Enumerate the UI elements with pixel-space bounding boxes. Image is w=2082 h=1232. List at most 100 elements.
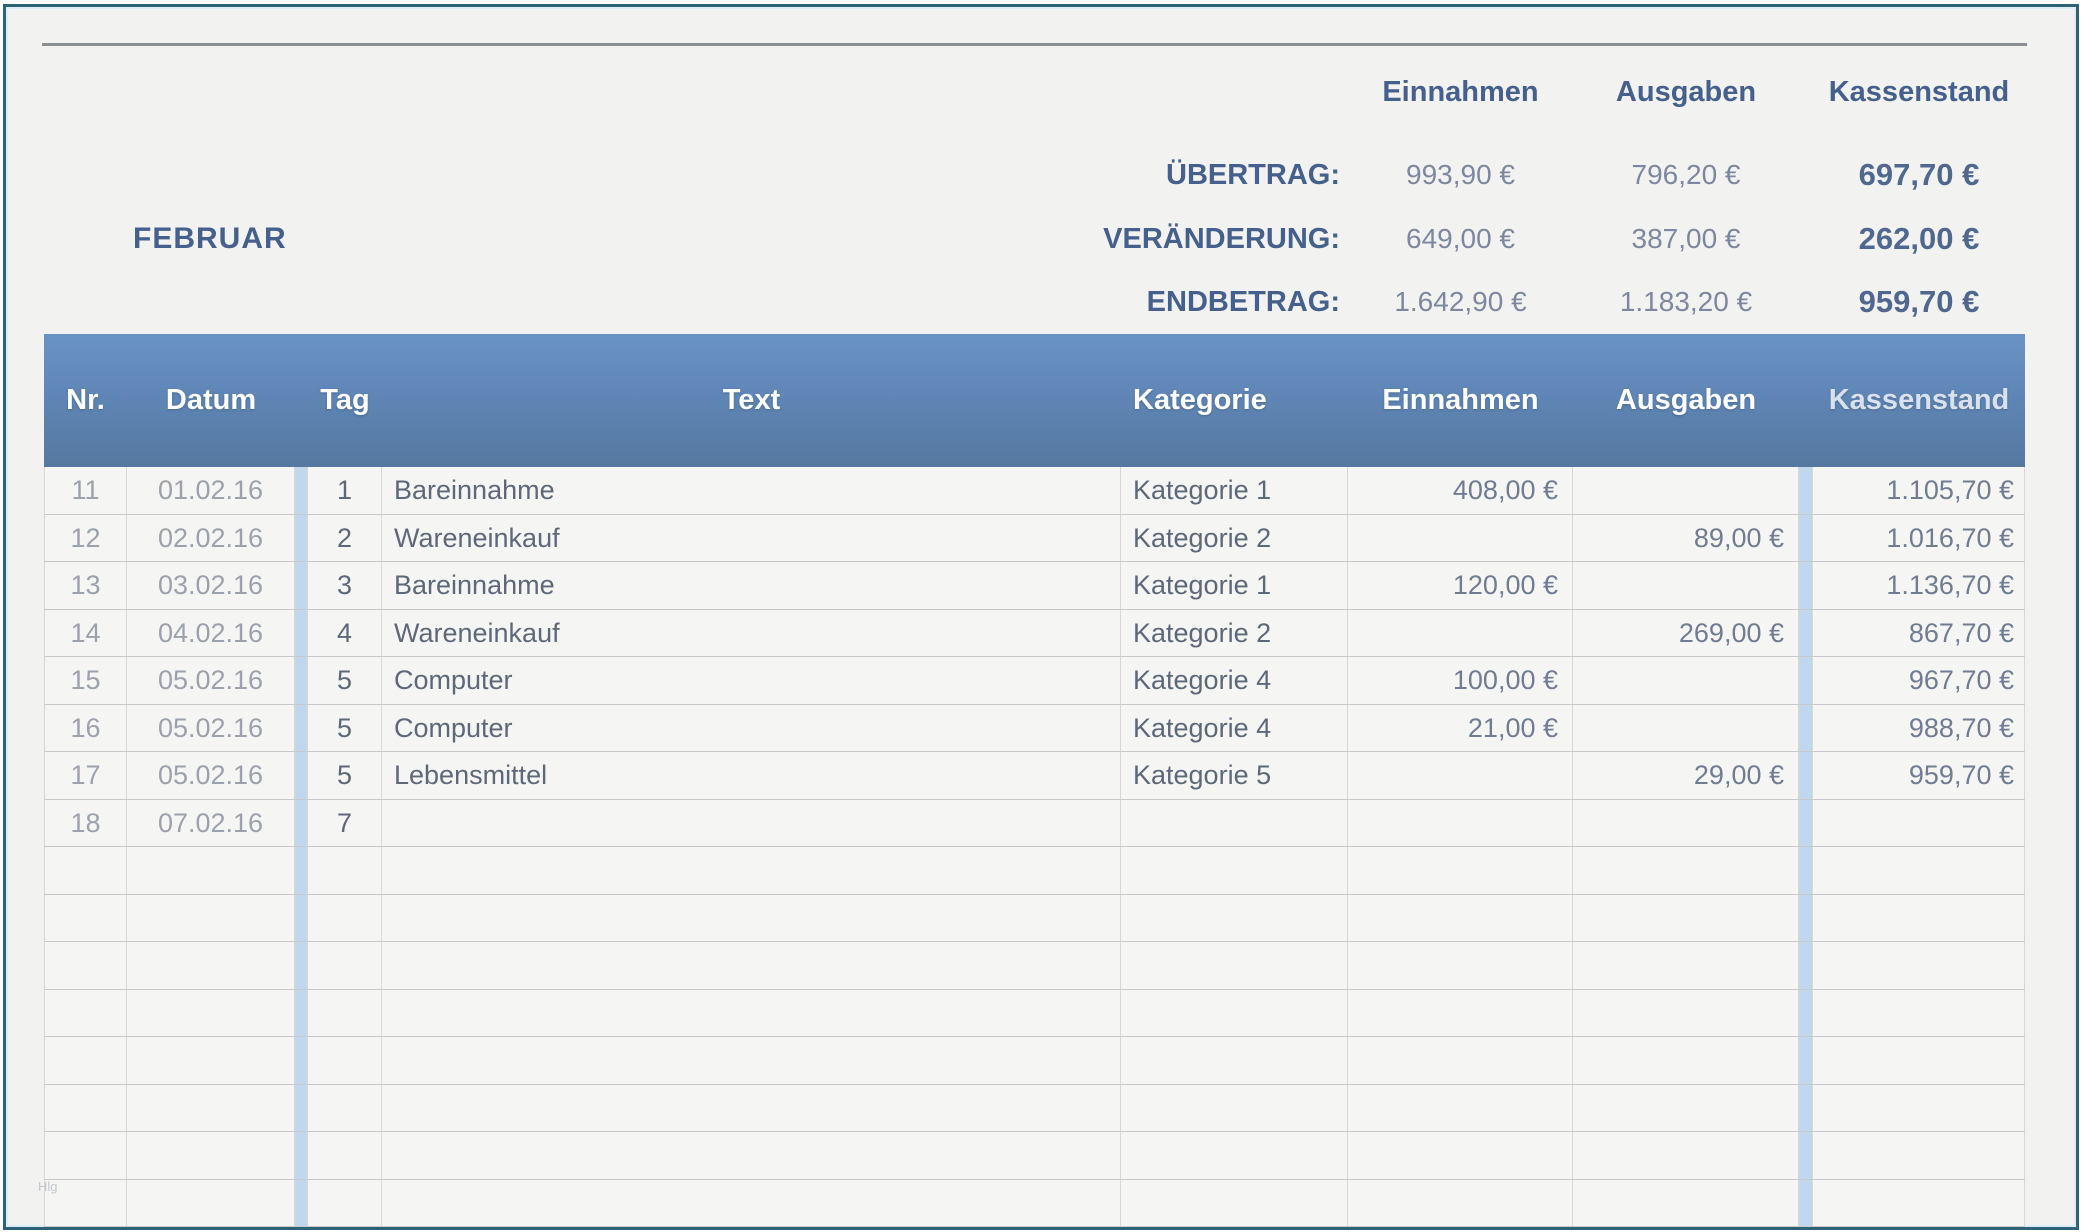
cell-datum[interactable]: [127, 1180, 295, 1227]
cell-ausgaben[interactable]: [1573, 847, 1799, 894]
cell-einnahmen[interactable]: 120,00 €: [1348, 562, 1573, 609]
cell-kategorie[interactable]: [1121, 1132, 1348, 1179]
cell-datum[interactable]: 02.02.16: [127, 515, 295, 562]
summary-einnahmen-value[interactable]: 649,00 €: [1348, 223, 1573, 255]
cell-kassenstand[interactable]: [1813, 895, 2025, 942]
cell-tag[interactable]: [308, 990, 382, 1037]
cell-kategorie[interactable]: [1121, 895, 1348, 942]
cell-ausgaben[interactable]: [1573, 1085, 1799, 1132]
cell-tag[interactable]: 3: [308, 562, 382, 609]
cell-tag[interactable]: 5: [308, 657, 382, 704]
cell-text[interactable]: Computer: [382, 705, 1121, 752]
cell-kategorie[interactable]: [1121, 800, 1348, 847]
cell-kassenstand[interactable]: [1813, 847, 2025, 894]
cell-kategorie[interactable]: Kategorie 4: [1121, 657, 1348, 704]
cell-einnahmen[interactable]: [1348, 895, 1573, 942]
cell-text[interactable]: [382, 1037, 1121, 1084]
cell-ausgaben[interactable]: [1573, 1180, 1799, 1227]
cell-kategorie[interactable]: Kategorie 5: [1121, 752, 1348, 799]
cell-tag[interactable]: 7: [308, 800, 382, 847]
cell-ausgaben[interactable]: [1573, 895, 1799, 942]
cell-kassenstand[interactable]: 1.016,70 €: [1813, 515, 2025, 562]
cell-nr[interactable]: 16: [44, 705, 127, 752]
cell-datum[interactable]: 05.02.16: [127, 705, 295, 752]
cell-ausgaben[interactable]: [1573, 705, 1799, 752]
cell-datum[interactable]: [127, 1132, 295, 1179]
cell-text[interactable]: [382, 800, 1121, 847]
cell-einnahmen[interactable]: [1348, 847, 1573, 894]
cell-kassenstand[interactable]: 1.136,70 €: [1813, 562, 2025, 609]
cell-einnahmen[interactable]: [1348, 1037, 1573, 1084]
cell-text[interactable]: [382, 942, 1121, 989]
cell-text[interactable]: [382, 1085, 1121, 1132]
cell-text[interactable]: Wareneinkauf: [382, 515, 1121, 562]
cell-nr[interactable]: 12: [44, 515, 127, 562]
cell-ausgaben[interactable]: [1573, 562, 1799, 609]
cell-text[interactable]: [382, 990, 1121, 1037]
cell-nr[interactable]: [44, 942, 127, 989]
cell-ausgaben[interactable]: [1573, 800, 1799, 847]
cell-einnahmen[interactable]: [1348, 800, 1573, 847]
cell-kassenstand[interactable]: [1813, 800, 2025, 847]
cell-ausgaben[interactable]: [1573, 1037, 1799, 1084]
cell-kategorie[interactable]: [1121, 1085, 1348, 1132]
cell-einnahmen[interactable]: 100,00 €: [1348, 657, 1573, 704]
cell-tag[interactable]: [308, 942, 382, 989]
cell-tag[interactable]: 4: [308, 610, 382, 657]
cell-datum[interactable]: 07.02.16: [127, 800, 295, 847]
cell-datum[interactable]: 04.02.16: [127, 610, 295, 657]
cell-kategorie[interactable]: Kategorie 2: [1121, 515, 1348, 562]
cell-kategorie[interactable]: Kategorie 4: [1121, 705, 1348, 752]
cell-tag[interactable]: [308, 1085, 382, 1132]
cell-nr[interactable]: 15: [44, 657, 127, 704]
cell-text[interactable]: [382, 1180, 1121, 1227]
cell-nr[interactable]: [44, 990, 127, 1037]
cell-kassenstand[interactable]: [1813, 1037, 2025, 1084]
cell-nr[interactable]: [44, 847, 127, 894]
cell-einnahmen[interactable]: [1348, 515, 1573, 562]
cell-tag[interactable]: 2: [308, 515, 382, 562]
cell-kategorie[interactable]: [1121, 990, 1348, 1037]
cell-datum[interactable]: 05.02.16: [127, 752, 295, 799]
cell-kassenstand[interactable]: 967,70 €: [1813, 657, 2025, 704]
cell-kassenstand[interactable]: [1813, 942, 2025, 989]
summary-einnahmen-value[interactable]: 993,90 €: [1348, 159, 1573, 191]
cell-einnahmen[interactable]: [1348, 752, 1573, 799]
cell-datum[interactable]: [127, 895, 295, 942]
cell-einnahmen[interactable]: [1348, 1132, 1573, 1179]
summary-einnahmen-value[interactable]: 1.642,90 €: [1348, 286, 1573, 318]
cell-kategorie[interactable]: [1121, 847, 1348, 894]
cell-text[interactable]: [382, 895, 1121, 942]
cell-nr[interactable]: [44, 1037, 127, 1084]
cell-datum[interactable]: 03.02.16: [127, 562, 295, 609]
cell-tag[interactable]: 5: [308, 705, 382, 752]
summary-ausgaben-value[interactable]: 387,00 €: [1573, 223, 1799, 255]
cell-einnahmen[interactable]: [1348, 1180, 1573, 1227]
cell-einnahmen[interactable]: [1348, 942, 1573, 989]
cell-text[interactable]: [382, 847, 1121, 894]
cell-kassenstand[interactable]: [1813, 990, 2025, 1037]
cell-kategorie[interactable]: Kategorie 1: [1121, 467, 1348, 514]
cell-nr[interactable]: 14: [44, 610, 127, 657]
summary-kassenstand-value[interactable]: 697,70 €: [1813, 157, 2025, 193]
summary-ausgaben-value[interactable]: 796,20 €: [1573, 159, 1799, 191]
cell-tag[interactable]: [308, 847, 382, 894]
summary-ausgaben-value[interactable]: 1.183,20 €: [1573, 286, 1799, 318]
cell-kassenstand[interactable]: 867,70 €: [1813, 610, 2025, 657]
cell-kategorie[interactable]: [1121, 1180, 1348, 1227]
cell-datum[interactable]: [127, 847, 295, 894]
cell-ausgaben[interactable]: [1573, 990, 1799, 1037]
cell-datum[interactable]: 05.02.16: [127, 657, 295, 704]
cell-tag[interactable]: [308, 1132, 382, 1179]
cell-nr[interactable]: 13: [44, 562, 127, 609]
cell-nr[interactable]: 18: [44, 800, 127, 847]
cell-kategorie[interactable]: [1121, 1037, 1348, 1084]
cell-text[interactable]: Lebensmittel: [382, 752, 1121, 799]
summary-kassenstand-value[interactable]: 262,00 €: [1813, 221, 2025, 257]
cell-kassenstand[interactable]: [1813, 1132, 2025, 1179]
cell-text[interactable]: Bareinnahme: [382, 467, 1121, 514]
cell-kategorie[interactable]: Kategorie 2: [1121, 610, 1348, 657]
summary-kassenstand-value[interactable]: 959,70 €: [1813, 284, 2025, 320]
cell-einnahmen[interactable]: 21,00 €: [1348, 705, 1573, 752]
cell-ausgaben[interactable]: [1573, 467, 1799, 514]
